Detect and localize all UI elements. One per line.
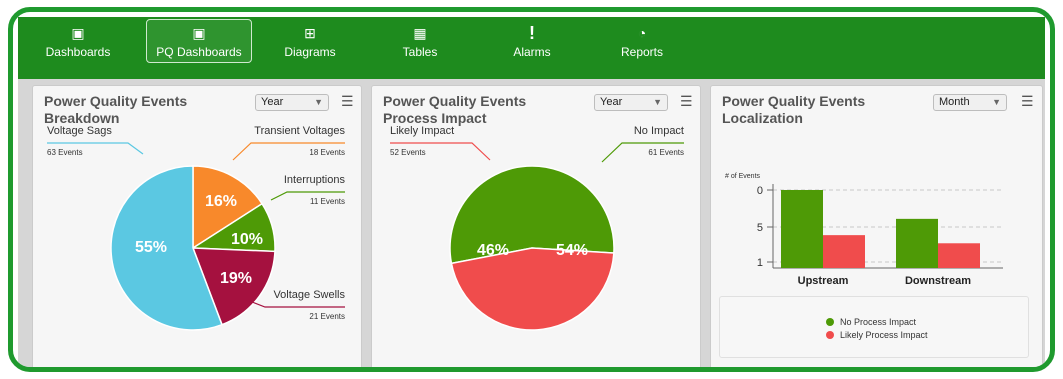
slice-name-label: Transient Voltages [254,125,345,137]
panel-title: Power Quality Events Localization [722,93,912,127]
slice-name-label: No Impact [634,125,684,137]
title-line-1: Power Quality Events [383,93,527,109]
nav-diagrams-label: Diagrams [284,45,336,59]
legend-item-likely-process-impact[interactable]: Likely Process Impact [826,330,928,340]
bar-downstream-likely-process-impact[interactable] [938,243,980,268]
bar-downstream-no-process-impact[interactable] [896,218,938,268]
hierarchy-icon: ⊞ [304,25,316,41]
select-value: Year [261,96,284,108]
legend-label: Likely Process Impact [840,330,928,340]
breakdown-pie-chart: Voltage Sags 63 Events 55% Transient Voltag… [47,125,346,331]
period-select[interactable]: Year ▼ [255,94,329,111]
bar-upstream-no-process-impact[interactable] [781,190,823,268]
nav-pq-dashboards[interactable]: ▣ PQ Dashboards [146,19,252,63]
nav-alarms-label: Alarms [513,45,551,59]
slice-count-label: 18 Events [309,148,345,157]
nav-pq-dashboards-label: PQ Dashboards [156,45,242,59]
bar-upstream-likely-process-impact[interactable] [823,235,865,268]
slice-count-label: 11 Events [310,197,345,206]
slice-percent-label: 54% [556,242,588,259]
slice-percent-label: 55% [135,239,167,256]
title-line-1: Power Quality Events [722,93,866,109]
dashboard-panels: Power Quality Events Breakdown Year ▼ ☰ … [18,79,1045,367]
impact-panel: Power Quality Events Process Impact Year… [371,85,701,367]
slice-name-label: Interruptions [284,174,346,186]
slice-count-label: 63 Events [47,148,83,157]
chevron-down-icon: ▼ [653,97,662,107]
hamburger-menu-icon[interactable]: ☰ [341,94,354,108]
slice-name-label: Voltage Sags [47,125,112,137]
chevron-down-icon: ▼ [314,97,323,107]
chevron-down-icon: ▼ [992,97,1001,107]
reports-icon: ◔ [637,25,647,41]
breakdown-panel: Power Quality Events Breakdown Year ▼ ☰ … [32,85,362,367]
hamburger-menu-icon[interactable]: ☰ [680,94,693,108]
bar-marks [781,190,980,268]
slice-percent-label: 46% [477,242,509,259]
chart-legend: No Process Impact Likely Process Impact [719,296,1029,358]
top-navigation-bar: ▣ Dashboards ▣ PQ Dashboards ⊞ Diagrams … [18,17,1045,79]
nav-reports[interactable]: ◔ Reports [600,23,684,59]
y-tick-label: 0 [757,185,763,197]
legend-swatch [826,318,834,326]
legend-label: No Process Impact [840,317,917,327]
slice-name-label: Likely Impact [390,125,454,137]
pie-slice-likely-impact[interactable] [450,247,615,331]
table-icon: ▦ [413,25,427,41]
nav-diagrams[interactable]: ⊞ Diagrams [268,23,352,59]
nav-dashboards-label: Dashboards [45,45,111,59]
monitor-chart-icon: ▣ [71,25,85,41]
nav-alarms[interactable]: ! Alarms [490,23,574,59]
pie-slices [449,165,615,331]
nav-reports-label: Reports [620,45,664,59]
y-tick-label: 1 [757,257,763,269]
x-category-label: Downstream [905,275,971,287]
slice-count-label: 61 Events [648,148,684,157]
hamburger-menu-icon[interactable]: ☰ [1021,94,1034,108]
nav-tables-label: Tables [402,45,438,59]
legend-swatch [826,331,834,339]
period-select[interactable]: Month ▼ [933,94,1007,111]
period-select[interactable]: Year ▼ [594,94,668,111]
y-axis-label: # of Events [725,173,761,180]
localization-panel: Power Quality Events Localization Month … [710,85,1043,367]
select-value: Year [600,96,623,108]
select-value: Month [939,96,970,108]
title-line-2: Localization [722,110,803,126]
monitor-chart-icon: ▣ [192,25,206,41]
nav-dashboards[interactable]: ▣ Dashboards [36,23,120,59]
title-line-1: Power Quality Events [44,93,188,109]
legend-item-no-process-impact[interactable]: No Process Impact [826,317,916,327]
y-tick-label: 5 [757,222,763,234]
x-category-label: Upstream [798,275,849,287]
leader-line [246,299,345,308]
nav-tables[interactable]: ▦ Tables [378,23,462,59]
slice-percent-label: 19% [220,270,252,287]
slice-count-label: 21 Events [309,312,345,321]
slice-percent-label: 16% [205,193,237,210]
slice-percent-label: 10% [231,231,263,248]
app-frame: ▣ Dashboards ▣ PQ Dashboards ⊞ Diagrams … [8,7,1055,372]
exclamation-icon: ! [529,23,535,43]
slice-name-label: Voltage Swells [273,289,345,301]
localization-bar-chart: # of Events 0 5 1 Upstream Downstream [725,173,1003,287]
impact-pie-chart: No Impact 61 Events 54% Likely Impact 52 Eve… [390,125,684,331]
slice-count-label: 52 Events [390,148,426,157]
